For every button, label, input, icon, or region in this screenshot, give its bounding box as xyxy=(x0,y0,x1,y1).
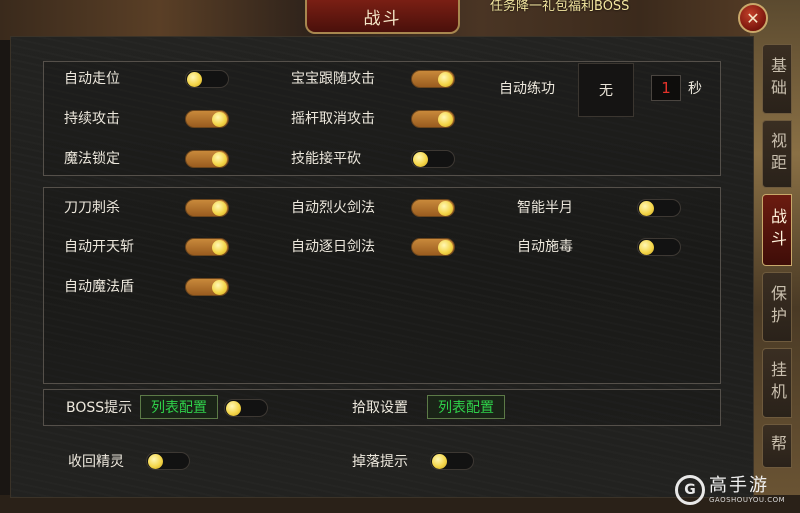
tab-label: 视距 xyxy=(768,132,787,176)
toggle-knob xyxy=(438,112,453,127)
pickup-list-config-label: 列表配置 xyxy=(438,400,494,416)
boss-list-config-button[interactable]: 列表配置 xyxy=(140,395,218,419)
auto-practice-seconds-value: 1 xyxy=(661,79,671,97)
toggle-knob xyxy=(438,240,453,255)
watermark-logo-icon: G xyxy=(675,475,705,505)
toggle-knob xyxy=(438,201,453,216)
smart-half-moon-toggle[interactable] xyxy=(637,199,681,217)
auto-practice-skill-value: 无 xyxy=(599,83,613,99)
tab-basic[interactable]: 基础 xyxy=(762,44,792,114)
background-marquee-text: 任务降一礼包福利BOSS xyxy=(490,0,630,14)
auto-sun-sword-label: 自动逐日剑法 xyxy=(291,239,375,255)
auto-poison-label: 自动施毒 xyxy=(517,239,573,255)
magic-lock-label: 魔法锁定 xyxy=(64,151,120,167)
pickup-settings-label: 拾取设置 xyxy=(352,400,408,416)
toggle-knob xyxy=(438,72,453,87)
close-button[interactable]: ✕ xyxy=(738,3,768,33)
auto-magic-shield-toggle[interactable] xyxy=(185,278,229,296)
auto-practice-seconds-input[interactable]: 1 xyxy=(651,75,681,101)
continuous-attack-label: 持续攻击 xyxy=(64,111,120,127)
pet-follow-attack-toggle[interactable] xyxy=(411,70,455,88)
tab-label: 帮 xyxy=(768,435,787,457)
auto-poison-toggle[interactable] xyxy=(637,238,681,256)
watermark-english-text: GAOSHOUYOU.COM xyxy=(709,495,786,504)
joystick-cancel-attack-toggle[interactable] xyxy=(411,110,455,128)
watermark-chinese-text: 高手游 xyxy=(709,474,769,496)
boss-alert-toggle[interactable] xyxy=(224,399,268,417)
toggle-knob xyxy=(212,112,227,127)
toggle-knob xyxy=(212,240,227,255)
drop-alert-toggle[interactable] xyxy=(430,452,474,470)
boss-alert-label: BOSS提示 xyxy=(66,400,133,416)
site-watermark: G 高手游 GAOSHOUYOU.COM xyxy=(675,470,800,510)
auto-walk-label: 自动走位 xyxy=(64,71,120,87)
toggle-knob xyxy=(212,152,227,167)
pickup-list-config-button[interactable]: 列表配置 xyxy=(427,395,505,419)
toggle-knob xyxy=(212,201,227,216)
close-icon: ✕ xyxy=(746,8,760,28)
tab-label: 基础 xyxy=(768,57,787,101)
auto-sun-sword-toggle[interactable] xyxy=(411,238,455,256)
tab-guild[interactable]: 帮 xyxy=(762,424,792,468)
joystick-cancel-attack-label: 摇杆取消攻击 xyxy=(291,111,375,127)
tab-combat[interactable]: 战斗 xyxy=(762,194,792,266)
toggle-knob xyxy=(432,454,447,469)
boss-list-config-label: 列表配置 xyxy=(151,400,207,416)
tab-label: 保护 xyxy=(768,285,787,329)
recall-spirit-label: 收回精灵 xyxy=(68,454,124,470)
auto-fire-sword-label: 自动烈火剑法 xyxy=(291,200,375,216)
sword-stab-toggle[interactable] xyxy=(185,199,229,217)
toggle-knob xyxy=(226,401,241,416)
auto-magic-shield-label: 自动魔法盾 xyxy=(64,279,134,295)
skill-flat-chop-toggle[interactable] xyxy=(411,150,455,168)
sword-stab-label: 刀刀刺杀 xyxy=(64,200,120,216)
window-title: 战斗 xyxy=(363,8,402,29)
smart-half-moon-label: 智能半月 xyxy=(517,200,573,216)
magic-lock-toggle[interactable] xyxy=(185,150,229,168)
tab-label: 挂机 xyxy=(768,361,787,405)
skill-flat-chop-label: 技能接平砍 xyxy=(291,151,361,167)
seconds-unit-label: 秒 xyxy=(688,81,702,97)
auto-sky-slash-label: 自动开天斩 xyxy=(64,239,134,255)
toggle-knob xyxy=(187,72,202,87)
toggle-knob xyxy=(212,280,227,295)
continuous-attack-toggle[interactable] xyxy=(185,110,229,128)
toggle-knob xyxy=(639,201,654,216)
auto-practice-label: 自动练功 xyxy=(499,81,555,97)
recall-spirit-toggle[interactable] xyxy=(146,452,190,470)
tab-view-distance[interactable]: 视距 xyxy=(762,120,792,188)
toggle-knob xyxy=(413,152,428,167)
auto-walk-toggle[interactable] xyxy=(185,70,229,88)
toggle-knob xyxy=(639,240,654,255)
auto-fire-sword-toggle[interactable] xyxy=(411,199,455,217)
warrior-skills-group xyxy=(43,187,721,384)
pet-follow-attack-label: 宝宝跟随攻击 xyxy=(291,71,375,87)
tab-label: 战斗 xyxy=(768,208,787,252)
auto-sky-slash-toggle[interactable] xyxy=(185,238,229,256)
drop-alert-label: 掉落提示 xyxy=(352,454,408,470)
window-title-plate: 战斗 xyxy=(305,0,460,34)
auto-practice-skill-select[interactable]: 无 xyxy=(578,63,634,117)
tab-protection[interactable]: 保护 xyxy=(762,272,792,342)
tab-auto-hang[interactable]: 挂机 xyxy=(762,348,792,418)
toggle-knob xyxy=(148,454,163,469)
